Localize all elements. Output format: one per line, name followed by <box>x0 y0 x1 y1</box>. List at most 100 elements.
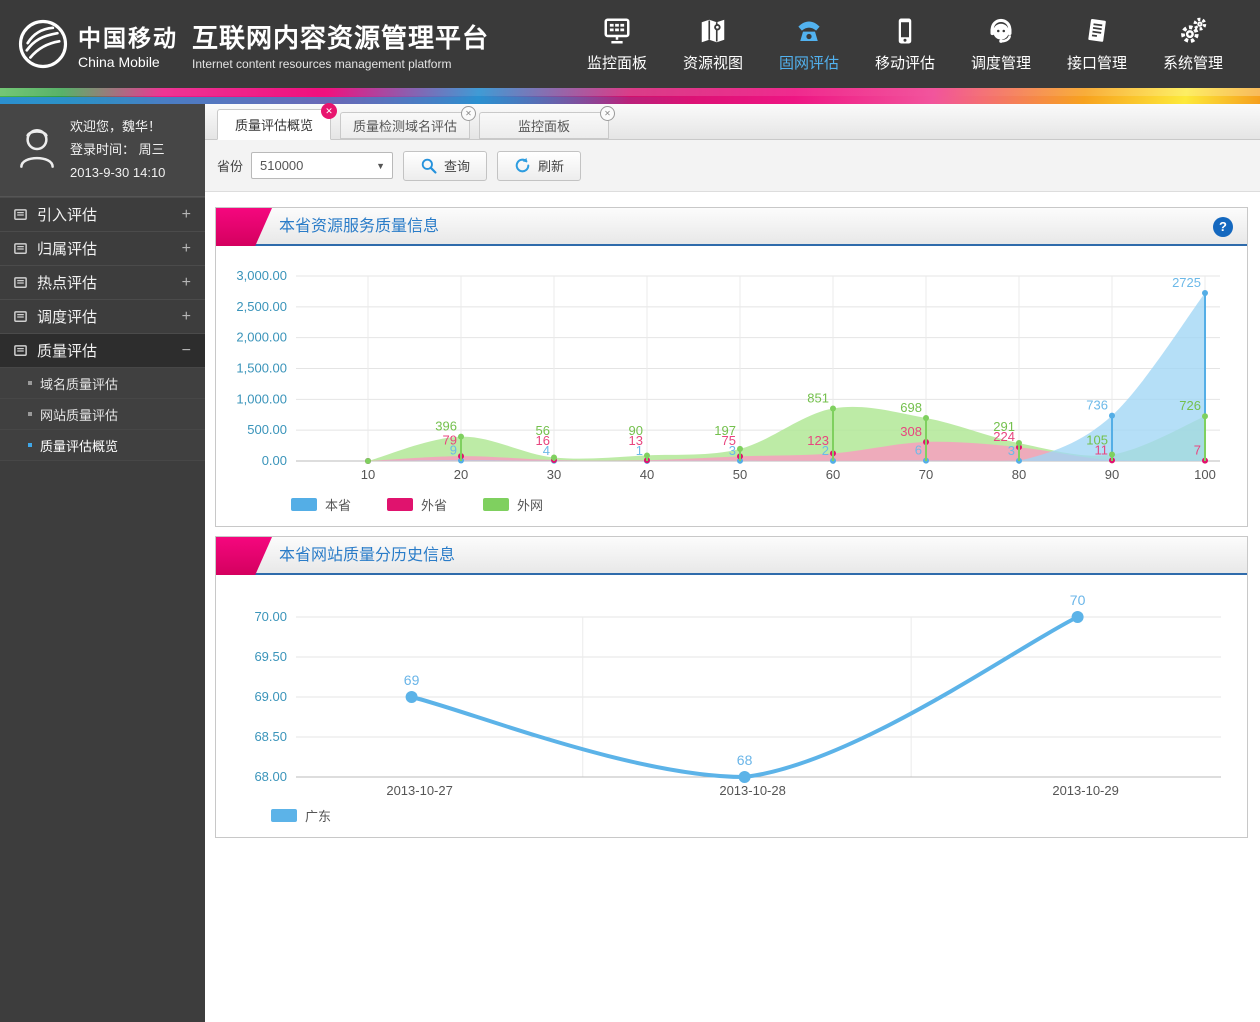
sidebar-item-quality-eval[interactable]: 质量评估 − <box>0 333 205 368</box>
sidebar-item-label: 质量评估 <box>37 343 98 361</box>
decorative-ribbon <box>0 88 1260 104</box>
brand-block: 中国移动 China Mobile <box>0 17 178 71</box>
legend-swatch <box>387 498 414 511</box>
sidebar-item-intro-eval[interactable]: 引入评估 + <box>0 197 205 231</box>
chevron-down-icon: ▼ <box>376 161 386 171</box>
panel-body: 0.00 500.00 1,000.00 1,500.00 2,000.00 2,500.… <box>216 246 1247 526</box>
sidebar-item-attribution-eval[interactable]: 归属评估 + <box>0 231 205 265</box>
user-greeting: 欢迎您，魏华！ <box>70 119 162 134</box>
svg-text:7: 7 <box>1194 443 1201 458</box>
svg-text:69.00: 69.00 <box>254 689 287 704</box>
search-icon <box>421 158 437 174</box>
history-info-panel: 本省网站质量分历史信息 68.00 68.50 69.00 69.50 70.00 69 2… <box>215 536 1248 838</box>
svg-text:2013-10-27: 2013-10-27 <box>386 783 453 798</box>
gears-icon <box>1181 17 1207 43</box>
expand-icon: + <box>181 205 191 223</box>
refresh-button-label: 刷新 <box>538 159 565 174</box>
svg-text:698: 698 <box>900 400 922 415</box>
expand-icon: + <box>181 307 191 325</box>
close-icon[interactable]: ✕ <box>461 106 476 121</box>
legend-item[interactable]: 广东 <box>271 806 331 825</box>
platform-title: 互联网内容资源管理平台 <box>192 22 490 53</box>
legend-item[interactable]: 外省 <box>387 495 447 514</box>
svg-text:90: 90 <box>629 423 643 438</box>
svg-text:68.00: 68.00 <box>254 769 287 784</box>
sidebar-item-label: 热点评估 <box>37 275 98 293</box>
close-icon[interactable]: ✕ <box>600 106 615 121</box>
nav-item-monitor-panel[interactable]: 监控面板 <box>584 16 650 73</box>
refresh-button[interactable]: 刷新 <box>497 150 582 181</box>
sidebar-item-hotspot-eval[interactable]: 热点评估 + <box>0 265 205 299</box>
tab-quality-domain-eval[interactable]: 质量检测域名评估 ✕ <box>340 106 476 139</box>
province-select[interactable]: 510000 ▼ <box>251 152 394 179</box>
nav-item-dispatch-mgmt[interactable]: 调度管理 <box>968 16 1034 73</box>
svg-text:20: 20 <box>454 467 468 482</box>
top-nav: 监控面板 资源视图 固网评估 移动评估 调度管理 接口管理 系统管理 <box>554 16 1260 73</box>
quality-area-chart[interactable]: 0.00 500.00 1,000.00 1,500.00 2,000.00 2,500.… <box>216 246 1247 491</box>
svg-text:10: 10 <box>361 467 375 482</box>
nav-item-fixed-network-eval[interactable]: 固网评估 <box>776 16 842 73</box>
expand-icon: + <box>181 239 191 257</box>
tab-quality-overview[interactable]: 质量评估概览 ✕ <box>217 103 337 140</box>
login-time-label: 登录时间： 周三 <box>70 141 165 157</box>
svg-text:726: 726 <box>1179 398 1201 413</box>
svg-text:50: 50 <box>733 467 747 482</box>
login-date: 2013-9-30 14:10 <box>70 164 166 180</box>
map-icon <box>701 19 725 42</box>
svg-text:100: 100 <box>1194 467 1216 482</box>
help-icon[interactable]: ? <box>1213 217 1233 237</box>
dashboard-icon <box>604 18 630 43</box>
tab-label: 监控面板 <box>517 119 570 134</box>
svg-text:2725: 2725 <box>1172 275 1201 290</box>
nav-item-system-mgmt[interactable]: 系统管理 <box>1160 16 1226 73</box>
svg-text:736: 736 <box>1086 398 1108 413</box>
platform-subtitle: Internet content resources management pl… <box>192 56 452 71</box>
nav-item-interface-mgmt[interactable]: 接口管理 <box>1064 16 1130 73</box>
main-content: 质量评估概览 ✕ 质量检测域名评估 ✕ 监控面板 ✕ 省份 510000 ▼ 查… <box>205 103 1260 1022</box>
panel-title: 本省网站质量分历史信息 <box>279 547 456 564</box>
history-line-chart[interactable]: 68.00 68.50 69.00 69.50 70.00 69 2013-10-27 68 2… <box>216 587 1247 802</box>
svg-text:2013-10-28: 2013-10-28 <box>719 783 786 798</box>
svg-text:0.00: 0.00 <box>262 453 287 468</box>
legend-label: 外网 <box>517 498 544 513</box>
legend-label: 外省 <box>421 498 448 513</box>
close-icon[interactable]: ✕ <box>321 103 337 119</box>
legend-item[interactable]: 外网 <box>483 495 543 514</box>
legend-swatch <box>483 498 510 511</box>
corner-ribbon-decoration <box>216 537 272 575</box>
divider <box>0 460 205 462</box>
panel-header: 本省网站质量分历史信息 <box>216 537 1247 575</box>
legend-item[interactable]: 本省 <box>291 495 351 514</box>
doc-icon <box>14 345 27 357</box>
nav-label: 资源视图 <box>682 54 743 72</box>
nav-item-resource-view[interactable]: 资源视图 <box>680 16 746 73</box>
nav-label: 调度管理 <box>970 54 1031 72</box>
sidebar: 欢迎您，魏华！ 登录时间： 周三 2013-9-30 14:10 引入评估 + … <box>0 104 205 1022</box>
svg-text:56: 56 <box>536 423 550 438</box>
sidebar-subitem-domain-quality[interactable]: 域名质量评估 <box>0 367 205 399</box>
top-header: 中国移动 China Mobile 互联网内容资源管理平台 Internet c… <box>0 0 1260 88</box>
sidebar-item-dispatch-eval[interactable]: 调度评估 + <box>0 299 205 333</box>
legend-label: 广东 <box>305 809 332 824</box>
svg-text:70.00: 70.00 <box>254 609 287 624</box>
nav-label: 系统管理 <box>1162 54 1223 72</box>
sidebar-subitem-quality-overview[interactable]: 质量评估概览 <box>0 429 205 461</box>
svg-text:3,000.00: 3,000.00 <box>236 268 287 283</box>
corner-ribbon-decoration <box>216 208 272 246</box>
svg-text:68: 68 <box>737 752 753 768</box>
svg-text:70: 70 <box>1070 592 1086 608</box>
document-icon <box>1088 18 1106 42</box>
svg-text:500.00: 500.00 <box>247 422 287 437</box>
sidebar-subitem-website-quality[interactable]: 网站质量评估 <box>0 398 205 430</box>
logo-cn-text: 中国移动 <box>78 24 178 51</box>
svg-text:3: 3 <box>1008 443 1015 458</box>
nav-item-mobile-eval[interactable]: 移动评估 <box>872 16 938 73</box>
expand-icon: + <box>181 273 191 291</box>
sidebar-subitem-label: 网站质量评估 <box>40 407 119 423</box>
refresh-icon <box>515 157 530 173</box>
search-button[interactable]: 查询 <box>403 150 488 181</box>
legend-swatch <box>271 809 297 822</box>
tab-monitor-panel[interactable]: 监控面板 ✕ <box>479 106 615 139</box>
search-button-label: 查询 <box>444 159 471 174</box>
mobile-icon <box>898 18 912 43</box>
